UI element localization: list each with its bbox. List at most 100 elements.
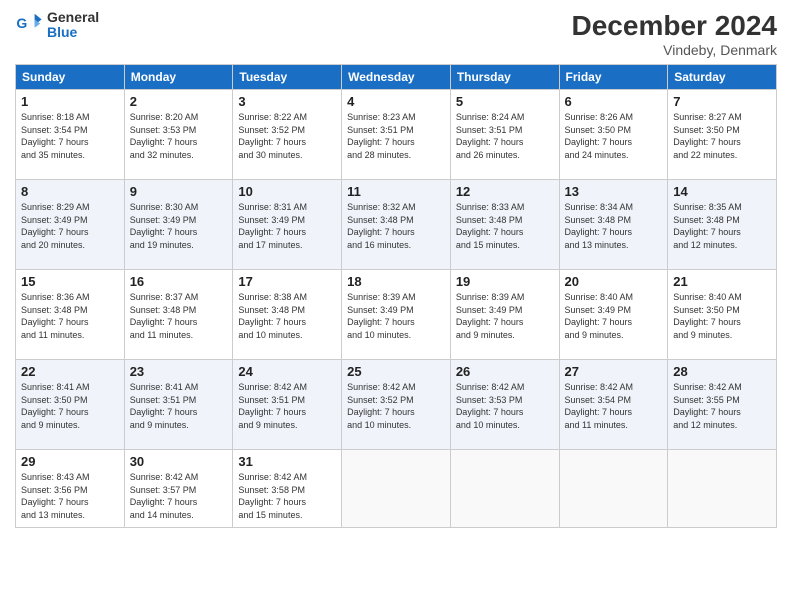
calendar-cell: 4Sunrise: 8:23 AM Sunset: 3:51 PM Daylig… — [342, 90, 451, 180]
calendar-cell: 29 Sunrise: 8:43 AM Sunset: 3:56 PM Dayli… — [16, 450, 125, 528]
svg-text:G: G — [16, 15, 27, 31]
calendar-week-3: 15Sunrise: 8:36 AM Sunset: 3:48 PM Dayli… — [16, 270, 777, 360]
month-title: December 2024 — [572, 10, 777, 42]
day-number: 26 — [456, 364, 554, 379]
calendar-cell: 24Sunrise: 8:42 AM Sunset: 3:51 PM Dayli… — [233, 360, 342, 450]
day-number: 17 — [238, 274, 336, 289]
day-info: Sunrise: 8:23 AM Sunset: 3:51 PM Dayligh… — [347, 111, 445, 161]
calendar-cell: 19Sunrise: 8:39 AM Sunset: 3:49 PM Dayli… — [450, 270, 559, 360]
day-number: 8 — [21, 184, 119, 199]
day-number: 3 — [238, 94, 336, 109]
logo-icon: G — [15, 11, 43, 39]
day-number: 12 — [456, 184, 554, 199]
day-info: Sunrise: 8:42 AM Sunset: 3:57 PM Dayligh… — [130, 471, 228, 521]
calendar-cell: 9 Sunrise: 8:30 AM Sunset: 3:49 PM Daylig… — [124, 180, 233, 270]
calendar-cell — [668, 450, 777, 528]
day-info: Sunrise: 8:42 AM Sunset: 3:55 PM Dayligh… — [673, 381, 771, 431]
day-info: Sunrise: 8:27 AM Sunset: 3:50 PM Dayligh… — [673, 111, 771, 161]
day-number: 18 — [347, 274, 445, 289]
calendar-cell: 14Sunrise: 8:35 AM Sunset: 3:48 PM Dayli… — [668, 180, 777, 270]
calendar-cell: 20 Sunrise: 8:40 AM Sunset: 3:49 PM Dayli… — [559, 270, 668, 360]
day-info: Sunrise: 8:39 AM Sunset: 3:49 PM Dayligh… — [456, 291, 554, 341]
day-info: Sunrise: 8:42 AM Sunset: 3:53 PM Dayligh… — [456, 381, 554, 431]
day-number: 30 — [130, 454, 228, 469]
header-friday: Friday — [559, 65, 668, 90]
logo: G General Blue — [15, 10, 99, 41]
day-number: 25 — [347, 364, 445, 379]
day-info: Sunrise: 8:42 AM Sunset: 3:52 PM Dayligh… — [347, 381, 445, 431]
day-number: 10 — [238, 184, 336, 199]
header: G General Blue December 2024 Vindeby, De… — [15, 10, 777, 58]
calendar-cell: 11 Sunrise: 8:32 AM Sunset: 3:48 PM Dayli… — [342, 180, 451, 270]
header-sunday: Sunday — [16, 65, 125, 90]
calendar-cell: 22Sunrise: 8:41 AM Sunset: 3:50 PM Dayli… — [16, 360, 125, 450]
calendar-cell: 7 Sunrise: 8:27 AM Sunset: 3:50 PM Daylig… — [668, 90, 777, 180]
day-number: 24 — [238, 364, 336, 379]
calendar-week-5: 29 Sunrise: 8:43 AM Sunset: 3:56 PM Dayli… — [16, 450, 777, 528]
day-number: 7 — [673, 94, 771, 109]
day-info: Sunrise: 8:30 AM Sunset: 3:49 PM Dayligh… — [130, 201, 228, 251]
calendar-cell: 1 Sunrise: 8:18 AM Sunset: 3:54 PM Daylig… — [16, 90, 125, 180]
day-number: 21 — [673, 274, 771, 289]
title-block: December 2024 Vindeby, Denmark — [572, 10, 777, 58]
day-number: 29 — [21, 454, 119, 469]
day-number: 28 — [673, 364, 771, 379]
day-info: Sunrise: 8:20 AM Sunset: 3:53 PM Dayligh… — [130, 111, 228, 161]
calendar-cell: 5 Sunrise: 8:24 AM Sunset: 3:51 PM Daylig… — [450, 90, 559, 180]
day-info: Sunrise: 8:41 AM Sunset: 3:51 PM Dayligh… — [130, 381, 228, 431]
page: G General Blue December 2024 Vindeby, De… — [0, 0, 792, 612]
day-info: Sunrise: 8:42 AM Sunset: 3:54 PM Dayligh… — [565, 381, 663, 431]
calendar-cell — [342, 450, 451, 528]
calendar-cell — [559, 450, 668, 528]
logo-text: General Blue — [47, 10, 99, 41]
day-info: Sunrise: 8:26 AM Sunset: 3:50 PM Dayligh… — [565, 111, 663, 161]
day-info: Sunrise: 8:33 AM Sunset: 3:48 PM Dayligh… — [456, 201, 554, 251]
calendar-cell: 10Sunrise: 8:31 AM Sunset: 3:49 PM Dayli… — [233, 180, 342, 270]
header-saturday: Saturday — [668, 65, 777, 90]
day-number: 11 — [347, 184, 445, 199]
calendar-cell: 26 Sunrise: 8:42 AM Sunset: 3:53 PM Dayli… — [450, 360, 559, 450]
calendar-cell: 13 Sunrise: 8:34 AM Sunset: 3:48 PM Dayli… — [559, 180, 668, 270]
calendar-cell: 15Sunrise: 8:36 AM Sunset: 3:48 PM Dayli… — [16, 270, 125, 360]
day-number: 5 — [456, 94, 554, 109]
header-tuesday: Tuesday — [233, 65, 342, 90]
calendar-week-4: 22Sunrise: 8:41 AM Sunset: 3:50 PM Dayli… — [16, 360, 777, 450]
day-info: Sunrise: 8:42 AM Sunset: 3:58 PM Dayligh… — [238, 471, 336, 521]
day-number: 9 — [130, 184, 228, 199]
calendar-table: SundayMondayTuesdayWednesdayThursdayFrid… — [15, 64, 777, 528]
calendar-cell: 2Sunrise: 8:20 AM Sunset: 3:53 PM Daylig… — [124, 90, 233, 180]
header-wednesday: Wednesday — [342, 65, 451, 90]
subtitle: Vindeby, Denmark — [572, 42, 777, 58]
day-number: 20 — [565, 274, 663, 289]
day-number: 22 — [21, 364, 119, 379]
day-info: Sunrise: 8:40 AM Sunset: 3:49 PM Dayligh… — [565, 291, 663, 341]
day-info: Sunrise: 8:39 AM Sunset: 3:49 PM Dayligh… — [347, 291, 445, 341]
day-number: 14 — [673, 184, 771, 199]
calendar-cell: 30 Sunrise: 8:42 AM Sunset: 3:57 PM Dayli… — [124, 450, 233, 528]
day-number: 6 — [565, 94, 663, 109]
calendar-cell: 21 Sunrise: 8:40 AM Sunset: 3:50 PM Dayli… — [668, 270, 777, 360]
day-number: 27 — [565, 364, 663, 379]
day-number: 16 — [130, 274, 228, 289]
calendar-week-1: 1 Sunrise: 8:18 AM Sunset: 3:54 PM Daylig… — [16, 90, 777, 180]
header-thursday: Thursday — [450, 65, 559, 90]
day-info: Sunrise: 8:29 AM Sunset: 3:49 PM Dayligh… — [21, 201, 119, 251]
day-info: Sunrise: 8:37 AM Sunset: 3:48 PM Dayligh… — [130, 291, 228, 341]
day-info: Sunrise: 8:22 AM Sunset: 3:52 PM Dayligh… — [238, 111, 336, 161]
day-info: Sunrise: 8:18 AM Sunset: 3:54 PM Dayligh… — [21, 111, 119, 161]
calendar-cell: 25 Sunrise: 8:42 AM Sunset: 3:52 PM Dayli… — [342, 360, 451, 450]
day-number: 1 — [21, 94, 119, 109]
calendar-cell: 8 Sunrise: 8:29 AM Sunset: 3:49 PM Daylig… — [16, 180, 125, 270]
calendar-cell: 17 Sunrise: 8:38 AM Sunset: 3:48 PM Dayli… — [233, 270, 342, 360]
day-info: Sunrise: 8:24 AM Sunset: 3:51 PM Dayligh… — [456, 111, 554, 161]
day-info: Sunrise: 8:36 AM Sunset: 3:48 PM Dayligh… — [21, 291, 119, 341]
day-info: Sunrise: 8:34 AM Sunset: 3:48 PM Dayligh… — [565, 201, 663, 251]
calendar-week-2: 8 Sunrise: 8:29 AM Sunset: 3:49 PM Daylig… — [16, 180, 777, 270]
day-number: 13 — [565, 184, 663, 199]
day-info: Sunrise: 8:32 AM Sunset: 3:48 PM Dayligh… — [347, 201, 445, 251]
day-info: Sunrise: 8:40 AM Sunset: 3:50 PM Dayligh… — [673, 291, 771, 341]
day-info: Sunrise: 8:38 AM Sunset: 3:48 PM Dayligh… — [238, 291, 336, 341]
calendar-cell — [450, 450, 559, 528]
header-monday: Monday — [124, 65, 233, 90]
day-info: Sunrise: 8:43 AM Sunset: 3:56 PM Dayligh… — [21, 471, 119, 521]
